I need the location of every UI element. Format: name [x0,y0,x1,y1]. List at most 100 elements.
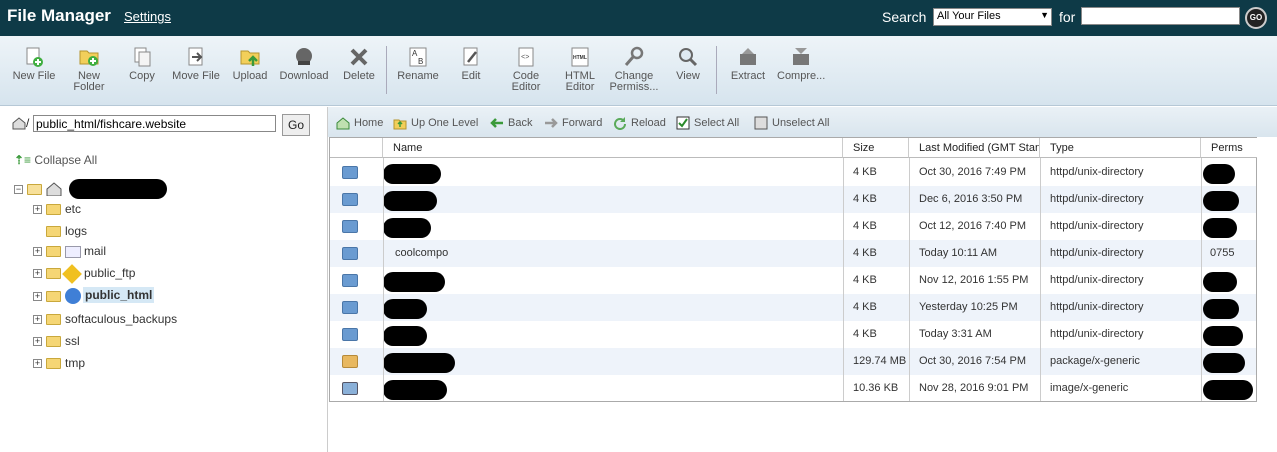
code-editor-button[interactable]: <> Code Editor [508,46,544,93]
file-name[interactable]: coolcompo [395,240,448,267]
reload-icon [614,117,626,130]
table-row[interactable]: 4 KB Oct 30, 2016 7:49 PM httpd/unix-direc… [330,159,1256,186]
expand-icon[interactable]: + [33,337,42,347]
app-title: File Manager [7,6,111,25]
file-perms[interactable] [1203,321,1243,348]
settings-link[interactable]: Settings [124,9,171,24]
change-permissions-button[interactable]: Change Permiss... [608,46,660,93]
up-one-level-button[interactable]: Up One Level [393,116,478,130]
svg-text:HTML: HTML [573,55,587,61]
download-button[interactable]: Download [279,46,329,82]
file-modified: Nov 28, 2016 9:01 PM [919,382,1029,394]
delete-button[interactable]: Delete [340,46,378,82]
file-type: image/x-generic [1050,382,1129,394]
file-type: httpd/unix-directory [1050,220,1144,232]
file-name[interactable] [383,348,455,375]
file-name[interactable] [383,186,437,213]
home-icon [46,182,62,196]
file-perms[interactable] [1203,186,1239,213]
file-name[interactable] [383,159,441,186]
folder-icon [342,274,358,287]
folder-icon [46,358,61,370]
collapse-toggle-icon[interactable]: − [14,184,23,194]
move-file-button[interactable]: Move File [170,46,222,82]
tree-item-softaculous-backups[interactable]: + softaculous_backups [33,312,177,330]
search-input[interactable] [1081,7,1240,25]
folder-icon [46,268,61,280]
select-all-button[interactable]: Select All [676,116,739,130]
home-button[interactable]: Home [336,116,383,130]
path-input[interactable]: public_html/fishcare.website [33,115,276,132]
column-header-perms[interactable]: Perms [1201,138,1257,158]
table-row[interactable]: 4 KB Dec 6, 2016 3:50 PM httpd/unix-direct… [330,186,1256,213]
tree-item-public-html[interactable]: + public_html [33,287,155,306]
expand-icon[interactable]: + [33,269,42,279]
redacted-filename [383,352,455,373]
folder-tree-pane: / public_html/fishcare.website Go ⇡≡ Col… [0,107,328,452]
table-row[interactable]: 4 KB Nov 12, 2016 1:55 PM httpd/unix-direc… [330,267,1256,294]
file-modified: Today 3:31 AM [919,328,992,340]
file-modified: Dec 6, 2016 3:50 PM [919,193,1023,205]
unselect-all-button[interactable]: Unselect All [754,116,829,130]
table-row[interactable]: 129.74 MB Oct 30, 2016 7:54 PM package/x-g… [330,348,1256,375]
file-perms[interactable] [1203,267,1237,294]
file-name[interactable] [383,294,427,321]
redacted-perms [1203,352,1245,373]
column-header-name[interactable]: Name [383,138,843,158]
tree-item-ssl[interactable]: + ssl [33,334,80,352]
column-header-modified[interactable]: Last Modified (GMT Standard Time) [909,138,1040,158]
search-scope-select[interactable]: All Your Files ▼ [933,8,1052,26]
redacted-filename [383,190,437,211]
reload-button[interactable]: Reload [613,116,666,130]
redacted-perms [1203,379,1253,400]
collapse-all-button[interactable]: ⇡≡ Collapse All [14,153,97,167]
expand-icon[interactable]: + [33,359,42,369]
new-folder-icon [79,50,99,66]
extract-button[interactable]: Extract [728,46,768,82]
toolbar-divider [716,46,717,94]
file-perms[interactable] [1203,294,1239,321]
view-button[interactable]: View [674,46,702,82]
upload-button[interactable]: Upload [231,46,269,82]
edit-button[interactable]: Edit [456,46,486,82]
tree-item-mail[interactable]: + mail [33,244,106,262]
table-row[interactable]: 10.36 KB Nov 28, 2016 9:01 PM image/x-gene… [330,375,1256,402]
compress-icon [793,48,809,65]
expand-icon[interactable]: + [33,315,42,325]
compress-button[interactable]: Compre... [777,46,825,82]
tree-item-logs[interactable]: logs [46,224,87,242]
table-row[interactable]: coolcompo 4 KB Today 10:11 AM httpd/unix-di… [330,240,1256,267]
column-header-type[interactable]: Type [1040,138,1201,158]
file-perms[interactable] [1203,375,1253,402]
table-row[interactable]: 4 KB Today 3:31 AM httpd/unix-directory [330,321,1256,348]
column-header-size[interactable]: Size [843,138,909,158]
expand-icon[interactable]: + [33,205,42,215]
file-perms[interactable] [1203,213,1237,240]
path-go-button[interactable]: Go [282,114,310,136]
file-perms[interactable] [1203,348,1245,375]
tree-item-tmp[interactable]: + tmp [33,356,85,374]
expand-icon[interactable]: + [33,247,42,257]
new-folder-button[interactable]: New Folder [70,46,108,93]
table-row[interactable]: 4 KB Oct 12, 2016 7:40 PM httpd/unix-direc… [330,213,1256,240]
file-perms[interactable] [1203,159,1235,186]
file-perms[interactable]: 0755 [1210,240,1234,267]
new-file-button[interactable]: New File [10,46,58,82]
rename-button[interactable]: AB Rename [396,46,440,82]
file-name[interactable] [383,375,447,402]
tree-item-etc[interactable]: + etc [33,202,81,220]
redacted-perms [1203,298,1239,319]
file-name[interactable] [383,213,431,240]
table-row[interactable]: 4 KB Yesterday 10:25 PM httpd/unix-directo… [330,294,1256,321]
forward-button[interactable]: Forward [544,116,602,130]
file-name[interactable] [383,267,445,294]
search-go-button[interactable]: GO [1245,7,1267,29]
up-folder-icon [393,119,407,130]
file-name[interactable] [383,321,427,348]
copy-button[interactable]: Copy [127,46,157,82]
back-button[interactable]: Back [490,116,532,130]
html-editor-button[interactable]: HTML HTML Editor [560,46,600,93]
expand-icon[interactable]: + [33,291,42,301]
tree-root[interactable]: − [14,179,168,199]
tree-item-public-ftp[interactable]: + public_ftp [33,263,135,284]
